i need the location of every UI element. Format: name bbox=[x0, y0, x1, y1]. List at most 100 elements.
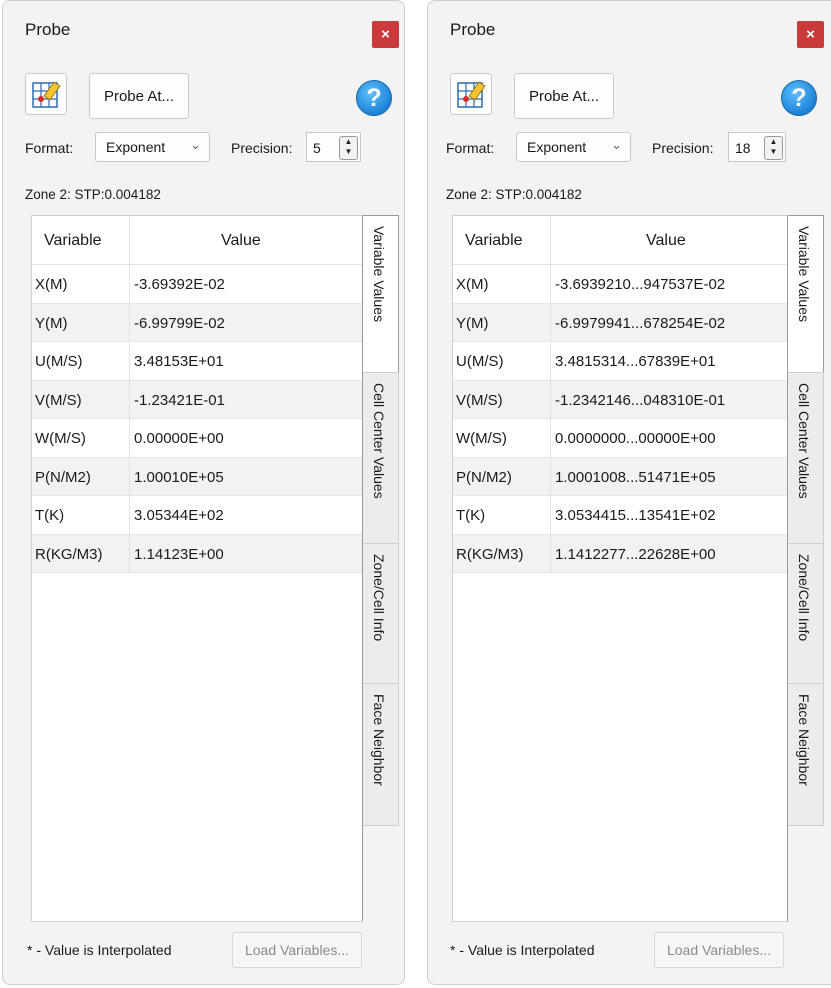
variable-value-cell: -1.23421E-01 bbox=[134, 391, 225, 409]
variable-value-cell: 0.00000E+00 bbox=[134, 430, 224, 447]
tab-cell-center-values[interactable]: Cell Center Values bbox=[788, 372, 824, 544]
variable-name-cell: R(KG/M3) bbox=[35, 545, 103, 563]
variable-value-cell: 3.48153E+01 bbox=[134, 353, 224, 370]
variable-name-cell: P(N/M2) bbox=[35, 468, 91, 486]
variable-value-cell: 1.1412277...22628E+00 bbox=[555, 545, 716, 563]
chevron-down-icon: ⌄ bbox=[611, 137, 622, 152]
variable-name-cell: Y(M) bbox=[456, 314, 489, 332]
probe-grid-icon bbox=[457, 81, 486, 108]
table-row[interactable]: P(N/M2) 1.0001008...51471E+05 bbox=[453, 457, 787, 496]
help-button[interactable]: ? bbox=[356, 80, 392, 116]
tab-variable-values[interactable]: Variable Values bbox=[788, 215, 824, 373]
spinner-arrows-icon[interactable]: ▲ ▼ bbox=[339, 136, 358, 160]
format-value: Exponent bbox=[106, 139, 166, 155]
table-row[interactable]: W(M/S) 0.00000E+00 bbox=[32, 419, 362, 458]
panel-title: Probe bbox=[450, 20, 496, 39]
column-header-value[interactable]: Value bbox=[221, 232, 261, 250]
load-variables-button[interactable]: Load Variables... bbox=[654, 932, 784, 968]
variable-value-cell: -6.99799E-02 bbox=[134, 314, 225, 332]
table-row[interactable]: X(M) -3.6939210...947537E-02 bbox=[453, 265, 787, 304]
probe-tool-button[interactable] bbox=[450, 73, 492, 115]
close-button[interactable]: × bbox=[372, 21, 399, 48]
variable-table: Variable Value X(M) -3.69392E-02 Y(M) -6.99… bbox=[31, 215, 363, 922]
variable-name-cell: R(KG/M3) bbox=[456, 545, 524, 563]
precision-spinner[interactable]: 18 ▲ ▼ bbox=[728, 132, 786, 162]
probe-at-button[interactable]: Probe At... bbox=[89, 73, 189, 119]
format-select[interactable]: Exponent ⌄ bbox=[95, 132, 210, 162]
variable-value-cell: 3.0534415...13541E+02 bbox=[555, 507, 716, 524]
precision-value: 18 bbox=[735, 140, 751, 156]
tab-zone-cell-info[interactable]: Zone/Cell Info bbox=[788, 543, 824, 684]
variable-value-cell: 1.0001008...51471E+05 bbox=[555, 468, 716, 486]
variable-value-cell: -3.6939210...947537E-02 bbox=[555, 276, 726, 293]
table-row[interactable]: P(N/M2) 1.00010E+05 bbox=[32, 457, 362, 496]
help-button[interactable]: ? bbox=[781, 80, 817, 116]
column-header-variable[interactable]: Variable bbox=[465, 232, 523, 250]
table-row[interactable]: T(K) 3.05344E+02 bbox=[32, 496, 362, 535]
probe-panel-left: Probe × Probe At... ? Format: Exponent ⌄… bbox=[2, 0, 405, 985]
variable-name-cell: U(M/S) bbox=[35, 353, 83, 370]
table-row[interactable]: V(M/S) -1.23421E-01 bbox=[32, 380, 362, 419]
spinner-arrows-icon[interactable]: ▲ ▼ bbox=[764, 136, 783, 160]
variable-name-cell: W(M/S) bbox=[35, 430, 86, 447]
side-tabs: Variable Values Cell Center Values Zone/… bbox=[788, 215, 826, 826]
chevron-down-icon: ⌄ bbox=[190, 137, 201, 152]
tab-zone-cell-info[interactable]: Zone/Cell Info bbox=[363, 543, 399, 684]
format-label: Format: bbox=[446, 140, 495, 156]
variable-value-cell: 1.00010E+05 bbox=[134, 468, 224, 486]
tab-cell-center-values[interactable]: Cell Center Values bbox=[363, 372, 399, 544]
table-header: Variable Value bbox=[453, 216, 787, 265]
variable-value-cell: 0.0000000...00000E+00 bbox=[555, 430, 716, 447]
variable-table: Variable Value X(M) -3.6939210...947537E-… bbox=[452, 215, 788, 922]
probe-grid-icon bbox=[32, 81, 61, 108]
format-value: Exponent bbox=[527, 139, 587, 155]
help-icon: ? bbox=[366, 83, 382, 112]
table-row[interactable]: Y(M) -6.99799E-02 bbox=[32, 303, 362, 342]
side-tabs: Variable Values Cell Center Values Zone/… bbox=[363, 215, 401, 826]
variable-value-cell: 3.4815314...67839E+01 bbox=[555, 353, 716, 370]
table-row[interactable]: U(M/S) 3.4815314...67839E+01 bbox=[453, 342, 787, 381]
probe-tool-button[interactable] bbox=[25, 73, 67, 115]
help-icon: ? bbox=[791, 83, 807, 112]
close-icon: × bbox=[381, 26, 390, 43]
zone-info-text: Zone 2: STP:0.004182 bbox=[446, 187, 582, 202]
precision-label: Precision: bbox=[652, 140, 714, 156]
probe-panel-right: Probe × Probe At... ? Format: Exponent ⌄… bbox=[427, 0, 831, 985]
probe-at-button[interactable]: Probe At... bbox=[514, 73, 614, 119]
table-row[interactable]: T(K) 3.0534415...13541E+02 bbox=[453, 496, 787, 535]
variable-value-cell: -6.9979941...678254E-02 bbox=[555, 314, 726, 332]
table-row[interactable]: V(M/S) -1.2342146...048310E-01 bbox=[453, 380, 787, 419]
column-header-variable[interactable]: Variable bbox=[44, 232, 102, 250]
table-row[interactable]: R(KG/M3) 1.1412277...22628E+00 bbox=[453, 534, 787, 573]
variable-value-cell: 1.14123E+00 bbox=[134, 545, 224, 563]
table-row[interactable]: Y(M) -6.9979941...678254E-02 bbox=[453, 303, 787, 342]
variable-value-cell: 3.05344E+02 bbox=[134, 507, 224, 524]
close-icon: × bbox=[806, 26, 815, 43]
variable-value-cell: -1.2342146...048310E-01 bbox=[555, 391, 726, 409]
tab-face-neighbor[interactable]: Face Neighbor bbox=[363, 683, 399, 826]
variable-name-cell: X(M) bbox=[456, 276, 489, 293]
load-variables-button[interactable]: Load Variables... bbox=[232, 932, 362, 968]
column-header-value[interactable]: Value bbox=[646, 232, 686, 250]
precision-value: 5 bbox=[313, 140, 321, 156]
variable-name-cell: T(K) bbox=[456, 507, 486, 524]
precision-label: Precision: bbox=[231, 140, 293, 156]
close-button[interactable]: × bbox=[797, 21, 824, 48]
tab-variable-values[interactable]: Variable Values bbox=[363, 215, 399, 373]
tab-face-neighbor[interactable]: Face Neighbor bbox=[788, 683, 824, 826]
precision-spinner[interactable]: 5 ▲ ▼ bbox=[306, 132, 361, 162]
interpolation-note: * - Value is Interpolated bbox=[27, 942, 172, 958]
variable-name-cell: V(M/S) bbox=[456, 391, 503, 409]
variable-name-cell: T(K) bbox=[35, 507, 65, 524]
table-row[interactable]: R(KG/M3) 1.14123E+00 bbox=[32, 534, 362, 573]
table-header: Variable Value bbox=[32, 216, 362, 265]
table-row[interactable]: U(M/S) 3.48153E+01 bbox=[32, 342, 362, 381]
table-row[interactable]: W(M/S) 0.0000000...00000E+00 bbox=[453, 419, 787, 458]
format-select[interactable]: Exponent ⌄ bbox=[516, 132, 631, 162]
interpolation-note: * - Value is Interpolated bbox=[450, 942, 595, 958]
variable-name-cell: P(N/M2) bbox=[456, 468, 512, 486]
table-row[interactable]: X(M) -3.69392E-02 bbox=[32, 265, 362, 304]
variable-name-cell: W(M/S) bbox=[456, 430, 507, 447]
variable-name-cell: U(M/S) bbox=[456, 353, 504, 370]
variable-name-cell: X(M) bbox=[35, 276, 68, 293]
